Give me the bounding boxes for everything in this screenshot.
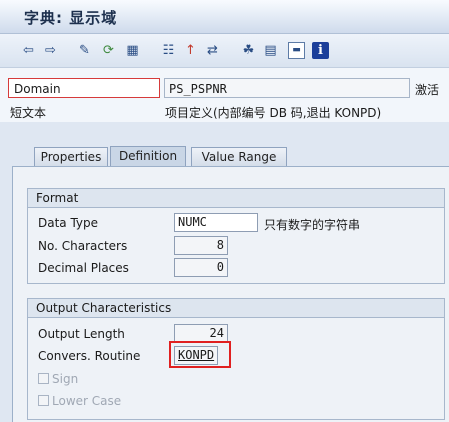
no-characters-field[interactable]: 8 <box>174 236 228 255</box>
decimal-places-label: Decimal Places <box>38 261 129 275</box>
info-icon[interactable]: i <box>312 42 329 59</box>
display-object-list-icon[interactable]: ☘ <box>240 42 257 59</box>
domain-label: Domain <box>8 78 160 98</box>
sign-label: Sign <box>52 372 79 386</box>
decimal-places-field[interactable]: 0 <box>174 258 228 277</box>
tab-strip: Properties Definition Value Range <box>0 122 449 167</box>
highlight-box <box>169 341 231 368</box>
window-title: 字典: 显示域 <box>24 9 118 27</box>
status-text: 激活 <box>415 83 440 97</box>
object-directory-icon[interactable]: ▦ <box>124 42 141 59</box>
lower-case-label: Lower Case <box>52 394 122 408</box>
where-used-icon[interactable]: ↑ <box>182 42 199 59</box>
format-group: Format Data Type NUMC 只有数字的字符串 No. Chara… <box>27 188 445 284</box>
sign-checkbox-box[interactable] <box>38 373 49 384</box>
tab-value-range[interactable]: Value Range <box>191 147 287 166</box>
data-type-field[interactable]: NUMC <box>174 213 258 232</box>
output-characteristics-group: Output Characteristics Output Length 24 … <box>27 298 445 420</box>
output-length-label: Output Length <box>38 327 125 341</box>
forward-arrow-icon[interactable]: ⇨ <box>42 42 59 59</box>
domain-field[interactable]: PS_PSPNR <box>164 78 410 98</box>
short-text-value: 项目定义(内部编号 DB 码,退出 KONPD) <box>165 106 382 120</box>
title-bar: 字典: 显示域 <box>0 0 449 34</box>
lower-case-checkbox-box[interactable] <box>38 395 49 406</box>
tab-properties[interactable]: Properties <box>34 147 108 166</box>
conversion-routine-label: Convers. Routine <box>38 349 141 363</box>
tab-definition[interactable]: Definition <box>110 146 186 167</box>
print-icon[interactable]: ▤ <box>262 42 279 59</box>
no-characters-label: No. Characters <box>38 239 128 253</box>
navigate-icon[interactable]: ⇄ <box>204 42 221 59</box>
back-arrow-icon[interactable]: ⇦ <box>20 42 37 59</box>
hierarchy-icon[interactable]: ☷ <box>160 42 177 59</box>
display-change-icon[interactable]: ⟳ <box>100 42 117 59</box>
output-group-title: Output Characteristics <box>28 299 444 318</box>
edit-pencil-icon[interactable]: ✎ <box>76 42 93 59</box>
header-area: Domain PS_PSPNR 激活 短文本 项目定义(内部编号 DB 码,退出… <box>0 68 449 122</box>
frame-icon[interactable]: ▬ <box>288 42 305 59</box>
application-toolbar: ⇦ ⇨ ✎ ⟳ ▦ ☷ ↑ ⇄ ☘ ▤ ▬ i <box>0 34 449 68</box>
format-group-title: Format <box>28 189 444 208</box>
data-type-description: 只有数字的字符串 <box>264 218 361 232</box>
short-text-label: 短文本 <box>10 106 47 120</box>
lower-case-checkbox[interactable]: Lower Case <box>38 394 121 408</box>
sign-checkbox[interactable]: Sign <box>38 372 78 386</box>
data-type-label: Data Type <box>38 216 99 230</box>
definition-panel: Format Data Type NUMC 只有数字的字符串 No. Chara… <box>12 166 449 422</box>
